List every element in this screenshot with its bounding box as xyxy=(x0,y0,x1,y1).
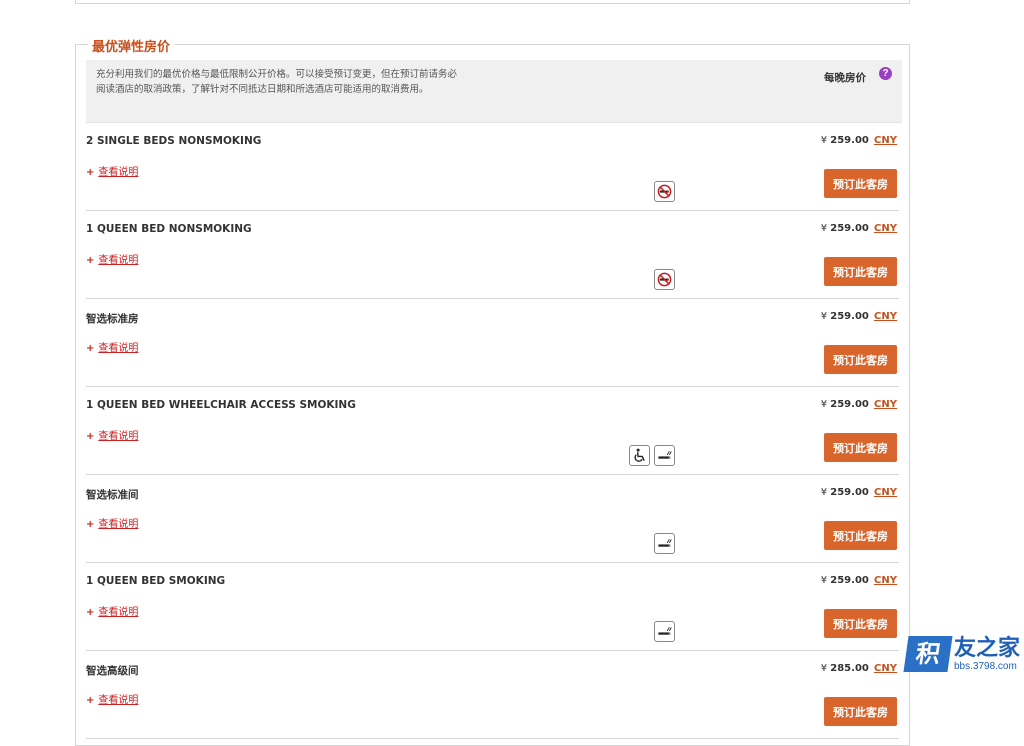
no-smoking-icon xyxy=(654,181,675,202)
view-details-link[interactable]: + 查看说明 xyxy=(86,603,138,618)
price-amount: 259.00 xyxy=(830,311,869,322)
room-name: 智选标准房 xyxy=(86,313,139,325)
per-night-label: 每晚房价 xyxy=(824,72,866,84)
currency-symbol: ¥ xyxy=(820,135,828,146)
view-details-label: 查看说明 xyxy=(98,343,139,354)
price-amount: 285.00 xyxy=(830,663,869,674)
currency-symbol: ¥ xyxy=(820,663,828,674)
currency-symbol: ¥ xyxy=(820,311,828,322)
price-amount: 259.00 xyxy=(830,487,869,498)
notice-text: 充分利用我们的最优价格与最低限制公开价格。可以接受预订变更，但在预订前请务必阅读… xyxy=(96,69,458,95)
book-room-button[interactable]: 预订此客房 xyxy=(824,697,897,726)
price-amount: 259.00 xyxy=(830,223,869,234)
room-list: 2 SINGLE BEDS NONSMOKING ¥ 259.00 CNY + 查… xyxy=(86,123,899,739)
expand-icon: + xyxy=(86,695,95,706)
watermark-name: 友之家 xyxy=(953,635,1020,661)
currency-symbol: ¥ xyxy=(820,575,828,586)
view-details-link[interactable]: + 查看说明 xyxy=(86,691,138,706)
amenity-icons xyxy=(629,445,675,466)
view-details-label: 查看说明 xyxy=(98,607,139,618)
room-price: ¥ 259.00 CNY xyxy=(821,575,897,586)
room-price: ¥ 259.00 CNY xyxy=(821,311,897,322)
smoking-icon xyxy=(654,621,675,642)
view-details-label: 查看说明 xyxy=(98,431,139,442)
book-room-button[interactable]: 预订此客房 xyxy=(824,609,897,638)
expand-icon: + xyxy=(86,431,95,442)
room-row: 1 QUEEN BED SMOKING ¥ 259.00 CNY + 查看说明 预… xyxy=(86,563,899,651)
expand-icon: + xyxy=(86,255,95,266)
view-details-link[interactable]: + 查看说明 xyxy=(86,339,138,354)
room-price: ¥ 285.00 CNY xyxy=(821,663,897,674)
book-room-button[interactable]: 预订此客房 xyxy=(824,257,897,286)
view-details-label: 查看说明 xyxy=(98,695,139,706)
expand-icon: + xyxy=(86,519,95,530)
currency-link[interactable]: CNY xyxy=(874,223,897,234)
amenity-icons xyxy=(654,533,675,554)
room-row: 智选标准房 ¥ 259.00 CNY + 查看说明 预订此客房 xyxy=(86,299,899,387)
price-amount: 259.00 xyxy=(830,399,869,410)
currency-link[interactable]: CNY xyxy=(874,135,897,146)
amenity-icons xyxy=(654,621,675,642)
book-room-button[interactable]: 预订此客房 xyxy=(824,433,897,462)
wheelchair-icon xyxy=(629,445,650,466)
expand-icon: + xyxy=(86,343,95,354)
room-name: 1 QUEEN BED WHEELCHAIR ACCESS SMOKING xyxy=(86,399,356,411)
watermark-logo: 积 友之家 bbs.3798.com xyxy=(903,635,1020,672)
room-row: 智选标准间 ¥ 259.00 CNY + 查看说明 预订此客房 xyxy=(86,475,899,563)
expand-icon: + xyxy=(86,167,95,178)
view-details-link[interactable]: + 查看说明 xyxy=(86,515,138,530)
no-smoking-icon xyxy=(654,269,675,290)
room-price: ¥ 259.00 CNY xyxy=(821,223,897,234)
view-details-link[interactable]: + 查看说明 xyxy=(86,163,138,178)
smoking-icon xyxy=(654,445,675,466)
currency-link[interactable]: CNY xyxy=(874,575,897,586)
expand-icon: + xyxy=(86,607,95,618)
price-amount: 259.00 xyxy=(830,575,869,586)
amenity-icons xyxy=(654,269,675,290)
rate-notice: 充分利用我们的最优价格与最低限制公开价格。可以接受预订变更，但在预订前请务必阅读… xyxy=(86,60,902,123)
room-row: 2 SINGLE BEDS NONSMOKING ¥ 259.00 CNY + 查… xyxy=(86,123,899,211)
section-title: 最优弹性房价 xyxy=(88,36,175,55)
room-price: ¥ 259.00 CNY xyxy=(821,399,897,410)
room-row: 智选高级间 ¥ 285.00 CNY + 查看说明 预订此客房 xyxy=(86,651,899,739)
currency-link[interactable]: CNY xyxy=(874,663,897,674)
view-details-label: 查看说明 xyxy=(98,519,139,530)
watermark-url: bbs.3798.com xyxy=(953,660,1017,672)
amenity-icons xyxy=(654,181,675,202)
room-row: 1 QUEEN BED NONSMOKING ¥ 259.00 CNY + 查看说… xyxy=(86,211,899,299)
smoking-icon xyxy=(654,533,675,554)
currency-symbol: ¥ xyxy=(820,399,828,410)
room-name: 2 SINGLE BEDS NONSMOKING xyxy=(86,135,262,147)
view-details-link[interactable]: + 查看说明 xyxy=(86,251,138,266)
book-room-button[interactable]: 预订此客房 xyxy=(824,345,897,374)
currency-symbol: ¥ xyxy=(820,223,828,234)
room-row: 1 QUEEN BED WHEELCHAIR ACCESS SMOKING ¥ … xyxy=(86,387,899,475)
currency-link[interactable]: CNY xyxy=(874,311,897,322)
room-price: ¥ 259.00 CNY xyxy=(821,135,897,146)
currency-link[interactable]: CNY xyxy=(874,399,897,410)
room-price: ¥ 259.00 CNY xyxy=(821,487,897,498)
view-details-link[interactable]: + 查看说明 xyxy=(86,427,138,442)
watermark-badge: 积 xyxy=(903,636,953,672)
room-name: 1 QUEEN BED SMOKING xyxy=(86,575,226,587)
currency-link[interactable]: CNY xyxy=(874,487,897,498)
best-flexible-rate-section: 最优弹性房价 充分利用我们的最优价格与最低限制公开价格。可以接受预订变更，但在预… xyxy=(75,36,910,746)
currency-symbol: ¥ xyxy=(820,487,828,498)
price-amount: 259.00 xyxy=(830,135,869,146)
help-icon[interactable]: ? xyxy=(879,67,892,80)
book-room-button[interactable]: 预订此客房 xyxy=(824,169,897,198)
book-room-button[interactable]: 预订此客房 xyxy=(824,521,897,550)
room-name: 1 QUEEN BED NONSMOKING xyxy=(86,223,252,235)
view-details-label: 查看说明 xyxy=(98,167,139,178)
view-details-label: 查看说明 xyxy=(98,255,139,266)
previous-section-box xyxy=(75,0,910,4)
room-name: 智选标准间 xyxy=(86,489,139,501)
